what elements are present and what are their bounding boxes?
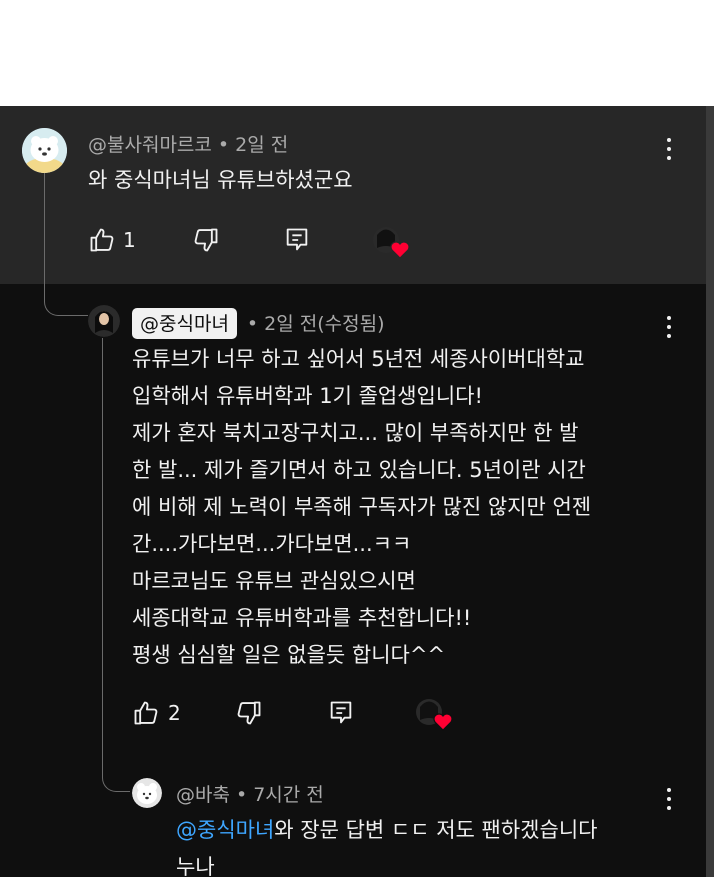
comment-line: 입학해서 유튜버학과 1기 졸업생입니다! bbox=[132, 384, 483, 408]
comment-line: 마르코님도 유튜브 관심있으시면 bbox=[132, 569, 416, 593]
meta-separator: • bbox=[246, 313, 259, 335]
comment-text: @중식마녀와 장문 답변 ㄷㄷ 저도 팬하겠습니다 bbox=[176, 812, 597, 848]
comment-time[interactable]: 7시간 전 bbox=[253, 784, 324, 806]
comment-line: 에 비해 제 노력이 부족해 구독자가 많진 않지만 언젠 bbox=[132, 495, 592, 519]
avatar[interactable] bbox=[88, 305, 120, 337]
thread-connector bbox=[44, 172, 88, 316]
comment-text-line2: 누나 bbox=[176, 855, 215, 877]
thumb-down-icon[interactable] bbox=[235, 699, 263, 727]
avatar-image bbox=[22, 128, 67, 173]
comment-author[interactable]: @불사줘마르코 bbox=[88, 134, 212, 156]
like-count: 2 bbox=[168, 701, 181, 725]
reply-icon[interactable] bbox=[283, 226, 311, 254]
thumb-down-icon[interactable] bbox=[192, 226, 220, 254]
comment-meta: @중식마녀 • 2일 전(수정됨) bbox=[132, 308, 385, 339]
comment-line: 제가 혼자 북치고장구치고... 많이 부족하지만 한 발 bbox=[132, 421, 579, 445]
more-vert-icon[interactable] bbox=[662, 788, 676, 814]
avatar[interactable] bbox=[22, 128, 67, 173]
comment-line: 평생 심심할 일은 없을듯 합니다^^ bbox=[132, 643, 446, 667]
thumb-up-icon[interactable] bbox=[88, 226, 116, 254]
reply-icon[interactable] bbox=[327, 699, 355, 727]
scrollbar[interactable] bbox=[706, 106, 714, 877]
avatar-image bbox=[88, 305, 120, 337]
comment-meta: @바축 • 7시간 전 bbox=[176, 780, 324, 807]
meta-separator: • bbox=[235, 784, 248, 806]
thread-connector bbox=[102, 338, 130, 792]
thumb-up-icon[interactable] bbox=[132, 699, 160, 727]
more-vert-icon[interactable] bbox=[662, 316, 676, 342]
meta-separator: • bbox=[217, 134, 230, 156]
comment-text-rest: 와 장문 답변 ㄷㄷ 저도 팬하겠습니다 bbox=[274, 818, 598, 842]
more-vert-icon[interactable] bbox=[662, 138, 676, 164]
comment-line: 유튜브가 너무 하고 싶어서 5년전 세종사이버대학교 bbox=[132, 347, 585, 371]
like-count: 1 bbox=[123, 228, 136, 252]
avatar-image bbox=[132, 778, 162, 808]
comment-text: 와 중식마녀님 유튜브하셨군요 bbox=[88, 168, 353, 192]
comment-meta: @불사줘마르코 • 2일 전 bbox=[88, 130, 288, 157]
top-blank-area bbox=[0, 0, 714, 106]
comment-line: 간....가다보면...가다보면...ㅋㅋ bbox=[132, 532, 412, 556]
avatar[interactable] bbox=[132, 778, 162, 808]
creator-handle-chip[interactable]: @중식마녀 bbox=[132, 308, 237, 339]
creator-heart-icon bbox=[372, 226, 412, 264]
comment-time[interactable]: 2일 전(수정됨) bbox=[264, 313, 384, 335]
comment-line: 세종대학교 유튜버학과를 추천합니다!! bbox=[132, 606, 472, 630]
creator-heart-icon bbox=[415, 698, 455, 736]
comment-time[interactable]: 2일 전 bbox=[235, 134, 288, 156]
comment-line: 한 발... 제가 즐기면서 하고 있습니다. 5년이란 시간 bbox=[132, 458, 586, 482]
mention-link[interactable]: @중식마녀 bbox=[176, 818, 274, 842]
comment-author[interactable]: @바축 bbox=[176, 784, 230, 806]
